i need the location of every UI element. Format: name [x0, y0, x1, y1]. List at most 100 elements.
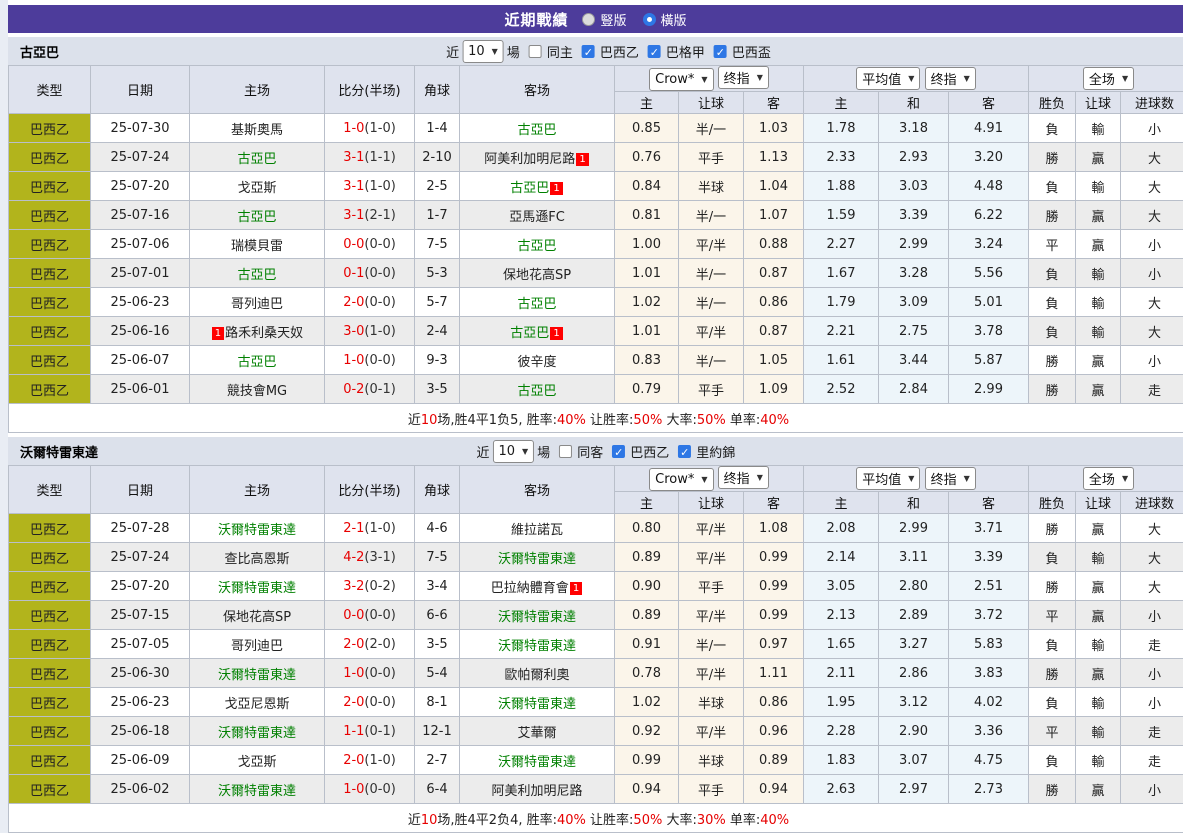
home-team-name: 基斯奧馬	[231, 123, 283, 138]
radio-selected-icon[interactable]	[643, 13, 656, 26]
handicap-line: 平/半	[679, 317, 744, 346]
league-checkbox[interactable]: ✓	[612, 445, 625, 458]
odds-home: 0.92	[615, 717, 679, 746]
avg-home: 1.59	[804, 201, 879, 230]
col-header-score: 比分(半场)	[325, 466, 415, 514]
result-outcome: 勝	[1029, 514, 1076, 543]
col-header-away: 客场	[460, 466, 615, 514]
handicap-line: 半球	[679, 746, 744, 775]
avg-away: 2.51	[949, 572, 1029, 601]
corner-count: 1-4	[415, 114, 460, 143]
near-count-select[interactable]: 10▼	[492, 440, 534, 463]
avg-home: 2.52	[804, 375, 879, 404]
home-team-cell: 瑞模貝雷	[190, 230, 325, 259]
result-outcome: 負	[1029, 746, 1076, 775]
home-team-name: 哥列迪巴	[231, 297, 283, 312]
sub-header-avg-draw: 和	[879, 92, 949, 114]
avg-draw: 2.90	[879, 717, 949, 746]
red-card-badge: 1	[570, 582, 582, 595]
same-venue-checkbox[interactable]	[559, 445, 572, 458]
result-outcome: 勝	[1029, 375, 1076, 404]
match-row: 巴西乙25-07-16古亞巴3-1(2-1)1-7亞馬遜FC0.81半/一1.0…	[9, 201, 1183, 230]
avg-source-select[interactable]: 平均值▼	[856, 67, 920, 90]
handicap-line: 半/一	[679, 288, 744, 317]
red-card-badge: 1	[212, 327, 224, 340]
home-team-name: 戈亞斯	[237, 755, 276, 770]
away-team-name: 沃爾特雷東達	[498, 697, 576, 712]
league-badge: 巴西乙	[9, 514, 91, 543]
scope-select[interactable]: 全场▼	[1083, 67, 1134, 90]
corner-count: 12-1	[415, 717, 460, 746]
league-checkbox[interactable]: ✓	[582, 45, 595, 58]
corner-count: 7-5	[415, 230, 460, 259]
home-team-name: 沃爾特雷東達	[218, 784, 296, 799]
summary-segment: 大率:	[662, 813, 697, 828]
result-handicap: 贏	[1076, 230, 1121, 259]
layout-option-horizontal[interactable]: 橫版	[643, 10, 687, 29]
result-handicap: 輸	[1076, 114, 1121, 143]
layout-radio-group: 豎版 橫版	[582, 10, 686, 29]
home-team-name: 沃爾特雷東達	[218, 581, 296, 596]
league-badge: 巴西乙	[9, 259, 91, 288]
result-outcome: 勝	[1029, 143, 1076, 172]
league-checkbox[interactable]: ✓	[714, 45, 727, 58]
avg-home: 2.11	[804, 659, 879, 688]
league-badge: 巴西乙	[9, 717, 91, 746]
halftime-score: (0-0)	[364, 608, 395, 623]
filter-controls: 近10▼場同客✓巴西乙✓里約錦	[476, 440, 735, 463]
odds-source-select[interactable]: Crow*▼	[649, 468, 713, 491]
near-count-select[interactable]: 10▼	[462, 40, 504, 63]
score-cell: 3-0(1-0)	[325, 317, 415, 346]
league-badge: 巴西乙	[9, 688, 91, 717]
home-team-name: 競技會MG	[227, 384, 287, 399]
corner-count: 3-5	[415, 375, 460, 404]
result-handicap: 贏	[1076, 659, 1121, 688]
match-row: 巴西乙25-07-15保地花高SP0-0(0-0)6-6沃爾特雷東達0.89平/…	[9, 601, 1183, 630]
league-badge: 巴西乙	[9, 572, 91, 601]
odds-away: 0.99	[744, 601, 804, 630]
league-checkbox[interactable]: ✓	[648, 45, 661, 58]
odds-away: 0.99	[744, 572, 804, 601]
odds-final-select[interactable]: 终指▼	[718, 66, 769, 89]
filter-controls: 近10▼場同主✓巴西乙✓巴格甲✓巴西盃	[446, 40, 771, 63]
league-checkbox-label: 里約錦	[696, 442, 735, 461]
match-date: 25-07-20	[91, 172, 190, 201]
league-badge: 巴西乙	[9, 746, 91, 775]
league-badge: 巴西乙	[9, 288, 91, 317]
odds-home: 0.99	[615, 746, 679, 775]
result-handicap: 贏	[1076, 201, 1121, 230]
fulltime-score: 1-0	[343, 353, 364, 368]
same-venue-checkbox[interactable]	[529, 45, 542, 58]
home-team-cell: 古亞巴	[190, 259, 325, 288]
chevron-down-icon: ▼	[908, 474, 914, 483]
scope-select[interactable]: 全场▼	[1083, 467, 1134, 490]
avg-draw: 3.27	[879, 630, 949, 659]
col-header-corner: 角球	[415, 466, 460, 514]
result-goals: 走	[1121, 746, 1183, 775]
halftime-score: (1-0)	[364, 324, 395, 339]
radio-unselected-icon[interactable]	[582, 13, 595, 26]
odds-final-select[interactable]: 终指▼	[718, 466, 769, 489]
avg-away: 3.71	[949, 514, 1029, 543]
match-date: 25-07-28	[91, 514, 190, 543]
league-checkbox[interactable]: ✓	[678, 445, 691, 458]
result-goals: 小	[1121, 775, 1183, 804]
avg-home: 2.13	[804, 601, 879, 630]
league-badge: 巴西乙	[9, 543, 91, 572]
odds-home: 0.89	[615, 543, 679, 572]
avg-home: 3.05	[804, 572, 879, 601]
odds-home: 1.01	[615, 317, 679, 346]
result-handicap: 輸	[1076, 688, 1121, 717]
score-cell: 0-0(0-0)	[325, 601, 415, 630]
summary-segment: 50%	[633, 813, 662, 828]
handicap-line: 半/一	[679, 201, 744, 230]
summary-segment: 10	[421, 813, 438, 828]
odds-source-select[interactable]: Crow*▼	[649, 68, 713, 91]
avg-source-select[interactable]: 平均值▼	[856, 467, 920, 490]
avg-final-select[interactable]: 终指▼	[925, 67, 976, 90]
avg-home: 2.33	[804, 143, 879, 172]
league-badge: 巴西乙	[9, 114, 91, 143]
layout-option-vertical[interactable]: 豎版	[582, 10, 626, 29]
avg-final-select[interactable]: 终指▼	[925, 467, 976, 490]
match-date: 25-07-05	[91, 630, 190, 659]
